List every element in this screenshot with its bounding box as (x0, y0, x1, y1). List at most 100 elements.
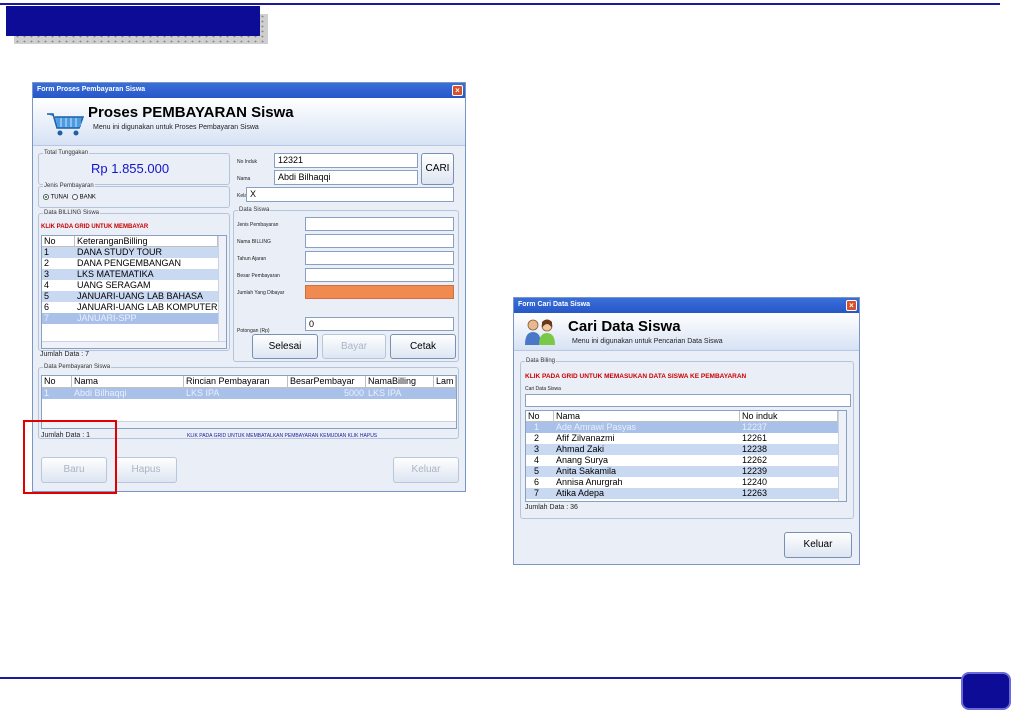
cell-induk: 12239 (742, 466, 768, 476)
siswa-count: Jumlah Data : 36 (525, 504, 578, 511)
cell-induk: 12237 (742, 422, 768, 432)
payment-header: Proses PEMBAYARAN Siswa Menu ini digunak… (33, 98, 465, 146)
search-window: Form Cari Data Siswa × Cari Data Siswa M… (513, 297, 860, 565)
siswa-grid-header: No Nama No induk (526, 411, 846, 422)
search-instruction: KLIK PADA GRID UNTUK MEMASUKAN DATA SISW… (525, 373, 747, 380)
cell-no: 4 (44, 280, 50, 290)
selesai-button[interactable]: Selesai (252, 334, 318, 359)
cell-besar: 5000 (343, 388, 364, 398)
table-row[interactable]: 7 Atika Adepa 12263 (526, 488, 846, 499)
table-row[interactable]: 4 UANG SERAGAM (42, 280, 226, 291)
cell-keterangan: DANA STUDY TOUR (77, 247, 163, 257)
cell-no: 7 (534, 488, 540, 498)
cell-keterangan: LKS MATEMATIKA (77, 269, 154, 279)
billing-group-label: Data BILLING Siswa (43, 210, 101, 216)
table-row[interactable]: 7 JANUARI-SPP (42, 313, 226, 324)
table-row[interactable]: 3 Ahmad Zaki 12238 (526, 444, 846, 455)
bank-radio[interactable] (71, 194, 78, 200)
jenis-pembayaran-label: Jenis Pembayaran (43, 183, 95, 189)
cell-induk: 12240 (742, 477, 768, 487)
table-row[interactable]: 6 JANUARI-UANG LAB KOMPUTER (42, 302, 226, 313)
slide-title-bar (6, 6, 260, 36)
search-input[interactable] (525, 394, 851, 407)
page-badge (961, 672, 1011, 710)
billing-count: Jumlah Data : 7 (40, 351, 90, 358)
siswa-grid[interactable]: No Nama No induk 1 Ade Amrawi Pasyas 12237… (525, 410, 847, 502)
column-header: Lam (434, 376, 456, 387)
data-siswa-label: Data Siswa (238, 207, 271, 213)
cell-nama: Ahmad Zaki (556, 444, 605, 454)
kelas-field[interactable]: X (246, 187, 454, 202)
cari-button[interactable]: CARI (421, 153, 454, 185)
cell-keterangan: JANUARI-UANG LAB BAHASA (77, 291, 204, 301)
bayar-button[interactable]: Bayar (322, 334, 386, 359)
table-row[interactable]: 6 Annisa Anurgrah 12240 (526, 477, 846, 488)
cell-billing: LKS IPA (368, 388, 402, 398)
cell-no: 6 (534, 477, 540, 487)
table-row[interactable]: 5 JANUARI-UANG LAB BAHASA (42, 291, 226, 302)
jenis-pembayaran-group: Jenis Pembayaran TUNAI BANK (38, 183, 230, 208)
table-row[interactable]: 5 Anita Sakamila 12239 (526, 466, 846, 477)
column-header: Rincian Pembayaran (184, 376, 288, 387)
payment-window-titlebar: Form Proses Pembayaran Siswa × (33, 83, 465, 98)
tahun-ajaran-label: Tahun Ajaran (237, 256, 267, 262)
shopping-cart-icon (47, 113, 85, 136)
tahun-ajaran-field[interactable] (305, 251, 454, 265)
table-row[interactable]: 2 Afif Zilvanazmi 12261 (526, 433, 846, 444)
table-row[interactable]: 1 Ade Amrawi Pasyas 12237 (526, 422, 846, 433)
users-icon (525, 319, 555, 345)
pembayaran-instruction: KLIK PADA GRID UNTUK MEMBATALKAN PEMBAYA… (187, 433, 378, 439)
cell-no: 7 (44, 313, 50, 323)
cell-no: 1 (44, 247, 50, 257)
cell-no: 1 (534, 422, 540, 432)
search-group: Data Biling KLIK PADA GRID UNTUK MEMASUK… (520, 358, 854, 519)
cell-no: 2 (534, 433, 540, 443)
table-row[interactable]: 2 DANA PENGEMBANGAN (42, 258, 226, 269)
besar-pembayaran-field[interactable] (305, 268, 454, 282)
table-row[interactable]: 1 DANA STUDY TOUR (42, 247, 226, 258)
cell-keterangan: UANG SERAGAM (77, 280, 151, 290)
highlight-box (23, 420, 117, 494)
total-tunggakan-value: Rp 1.855.000 (91, 161, 170, 176)
header-title: Cari Data Siswa (568, 318, 681, 335)
cetak-button[interactable]: Cetak (390, 334, 456, 359)
total-tunggakan-group: Total Tunggakan Rp 1.855.000 (38, 150, 230, 185)
tunai-radio[interactable] (43, 194, 49, 200)
table-row[interactable]: 4 Anang Surya 12262 (526, 455, 846, 466)
jenis-pembayaran-field[interactable] (305, 217, 454, 231)
billing-vertical-scrollbar[interactable] (218, 236, 226, 348)
no-induk-field[interactable]: 12321 (274, 153, 418, 168)
nama-billing-field[interactable] (305, 234, 454, 248)
total-tunggakan-label: Total Tunggakan (43, 150, 90, 156)
column-header: No (42, 236, 75, 246)
jumlah-dibayar-field[interactable] (305, 285, 454, 299)
billing-horizontal-scrollbar[interactable] (42, 341, 226, 348)
column-header: KeteranganBilling (75, 236, 218, 246)
potongan-field[interactable]: 0 (305, 317, 454, 331)
nama-field[interactable]: Abdi Bilhaqqi (274, 170, 418, 185)
keluar-button[interactable]: Keluar (393, 457, 459, 483)
close-button[interactable]: × (452, 85, 463, 96)
pembayaran-grid-header: No Nama Rincian Pembayaran BesarPembayar… (42, 376, 456, 388)
close-button[interactable]: × (846, 300, 857, 311)
top-rule (0, 3, 1000, 5)
cell-nama: Annisa Anurgrah (556, 477, 623, 487)
cell-induk: 12263 (742, 488, 768, 498)
keluar-button[interactable]: Keluar (784, 532, 852, 558)
payment-type-options: TUNAI BANK (43, 194, 96, 201)
data-siswa-group: Data Siswa Jenis Pembayaran Nama BILLING… (233, 207, 459, 362)
header-subtitle: Menu ini digunakan untuk Pencarian Data … (572, 338, 723, 345)
cell-keterangan: JANUARI-SPP (77, 313, 137, 323)
hapus-button[interactable]: Hapus (115, 457, 177, 483)
table-row[interactable]: 1 Abdi Bilhaqqi LKS IPA 5000 LKS IPA (42, 388, 456, 399)
table-row[interactable]: 3 LKS MATEMATIKA (42, 269, 226, 280)
column-header: No (526, 411, 554, 421)
window-title: Form Cari Data Siswa (518, 301, 590, 308)
billing-grid-header: No KeteranganBilling (42, 236, 226, 247)
billing-grid[interactable]: No KeteranganBilling 1 DANA STUDY TOUR 2 D… (41, 235, 227, 349)
siswa-vertical-scrollbar[interactable] (838, 411, 846, 501)
no-induk-label: No Induk (237, 159, 258, 165)
header-title: Proses PEMBAYARAN Siswa (88, 104, 294, 121)
nama-label: Nama (237, 176, 251, 182)
cell-induk: 12262 (742, 455, 768, 465)
